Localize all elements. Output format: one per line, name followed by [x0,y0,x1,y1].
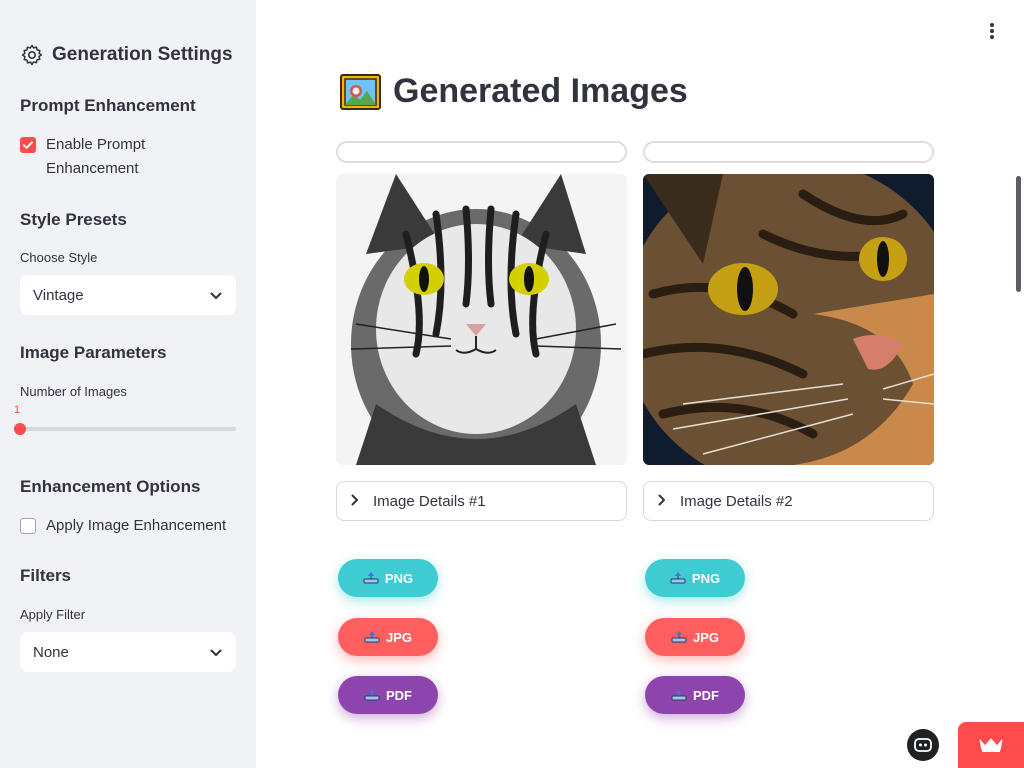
apply-filter-select[interactable]: None [20,632,236,672]
style-presets-heading: Style Presets [20,210,127,229]
image-parameters-heading: Image Parameters [20,343,167,362]
image-details-expander-2[interactable]: Image Details #2 [643,481,934,521]
menu-dot [990,29,994,33]
download-tray-icon [364,689,380,701]
sidebar: Generation Settings Prompt Enhancement E… [0,0,256,768]
image-details-label: Image Details #1 [373,492,486,510]
download-png-button-2[interactable]: PNG [645,559,745,597]
checkbox-checked-icon[interactable] [20,137,36,153]
choose-style-label: Choose Style [20,250,98,265]
enhancement-options-heading: Enhancement Options [20,477,201,496]
filters-heading: Filters [20,566,72,585]
sidebar-title: Generation Settings [20,43,233,67]
download-tray-icon [364,631,380,643]
checkbox-label: Apply Image Enhancement [46,517,227,534]
chevron-right-icon [658,493,666,509]
download-tray-icon [671,689,687,701]
download-png-label: PNG [384,570,414,586]
framed-picture-icon [340,73,381,110]
page-title-text: Generated Images [393,72,688,110]
slider-value: 1 [14,404,21,416]
apply-filter-label: Apply Filter [20,607,86,622]
checkbox-unchecked-icon[interactable] [20,518,36,534]
apply-image-enhancement-checkbox[interactable]: Apply Image Enhancement [20,514,226,538]
checkbox-label: Enable Prompt Enhancement [46,133,145,181]
download-jpg-button-2[interactable]: JPG [645,618,745,656]
image-caption-bar-1 [336,141,627,163]
main-menu-button[interactable] [986,21,998,41]
page-title: Generated Images [340,72,688,111]
choose-style-value: Vintage [33,286,84,304]
download-tray-icon [671,631,687,643]
menu-dot [990,35,994,39]
prompt-enhancement-heading: Prompt Enhancement [20,96,196,115]
download-jpg-label: JPG [385,629,412,645]
image-details-label: Image Details #2 [680,492,793,510]
checkbox-label-line2: Enhancement [46,160,139,177]
generated-image-2 [643,174,934,465]
enable-prompt-enhancement-checkbox[interactable]: Enable Prompt Enhancement [20,133,145,181]
vertical-scrollbar[interactable] [1016,176,1021,292]
download-jpg-label: JPG [692,629,719,645]
download-jpg-button-1[interactable]: JPG [338,618,438,656]
download-pdf-button-2[interactable]: PDF [645,676,745,714]
bot-avatar-icon[interactable] [907,729,939,761]
image-caption-bar-2 [643,141,934,163]
gear-icon [20,43,44,67]
apply-filter-value: None [33,643,69,661]
number-of-images-slider-track[interactable] [20,427,236,431]
crown-icon[interactable] [958,722,1024,768]
download-png-label: PNG [691,570,721,586]
choose-style-select[interactable]: Vintage [20,275,236,315]
checkbox-label-line1: Enable Prompt [46,136,146,153]
sidebar-title-text: Generation Settings [52,44,233,65]
download-tray-icon [363,572,379,584]
download-png-button-1[interactable]: PNG [338,559,438,597]
number-of-images-slider-thumb[interactable] [14,423,26,435]
download-pdf-label: PDF [386,687,412,703]
chevron-down-icon [210,287,222,304]
menu-dot [990,23,994,27]
chevron-right-icon [351,493,359,509]
download-tray-icon [670,572,686,584]
download-pdf-label: PDF [693,687,719,703]
download-pdf-button-1[interactable]: PDF [338,676,438,714]
image-details-expander-1[interactable]: Image Details #1 [336,481,627,521]
number-of-images-label: Number of Images [20,384,127,399]
generated-image-1 [336,174,627,465]
chevron-down-icon [210,644,222,661]
